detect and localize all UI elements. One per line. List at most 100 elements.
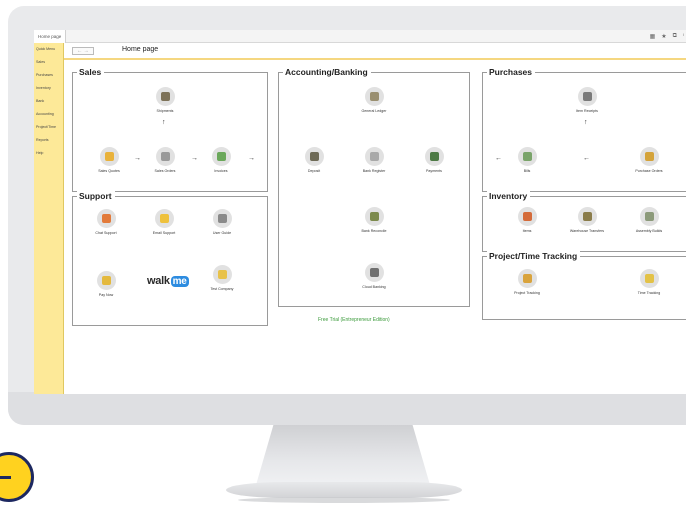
copy-icon[interactable]: ⧉: [673, 33, 677, 40]
arrow-right: →: [134, 155, 141, 162]
free-trial-link[interactable]: Free Trial (Entrepreneur Edition): [318, 317, 390, 323]
walkme-logo[interactable]: walk me: [147, 275, 189, 287]
sidebar-item-bank[interactable]: Bank: [36, 99, 44, 103]
bank-reconcile-label: Bank Reconcile: [361, 229, 387, 233]
bills-node[interactable]: Bills: [507, 147, 547, 173]
payments-icon: [424, 147, 444, 166]
purchase-orders-icon: [639, 147, 659, 166]
deposit-label: Deposit: [307, 169, 321, 173]
email-support-node[interactable]: Email Support: [144, 209, 184, 235]
sales-orders-node[interactable]: Sales Orders: [145, 147, 185, 173]
chat-support-node[interactable]: Chat Support: [86, 209, 126, 235]
grid-icon[interactable]: ▦: [650, 33, 656, 40]
items-icon: [517, 207, 537, 226]
bank-register-label: Bank Register: [362, 169, 386, 173]
time-tracking-label: Time Tracking: [637, 291, 661, 295]
sales-orders-label: Sales Orders: [154, 169, 176, 173]
sidebar-item-purchases[interactable]: Purchases: [36, 73, 53, 77]
arrow-up: ↑: [584, 119, 588, 126]
shipments-label: Shipments: [156, 109, 174, 113]
star-icon[interactable]: ★: [661, 33, 666, 40]
time-tracking-node[interactable]: Time Tracking: [629, 269, 669, 295]
item-receipts-node[interactable]: Item Receipts: [567, 87, 607, 113]
general-ledger-label: General Ledger: [361, 109, 387, 113]
cloud-banking-node[interactable]: Cloud Banking: [354, 263, 394, 289]
shipments-node[interactable]: Shipments: [145, 87, 185, 113]
user-guide-icon: [212, 209, 232, 228]
pay-now-node[interactable]: Pay Now: [86, 271, 126, 297]
purchase-orders-node[interactable]: Purchase Orders: [629, 147, 669, 173]
pay-now-label: Pay Now: [98, 293, 114, 297]
items-node[interactable]: Items: [507, 207, 547, 233]
sales-quotes-node[interactable]: Sales Quotes: [89, 147, 129, 173]
bank-register-node[interactable]: Bank Register: [354, 147, 394, 173]
user-guide-node[interactable]: User Guide: [202, 209, 242, 235]
sidebar-item-accounting[interactable]: Accounting: [36, 112, 54, 116]
sales-quotes-icon: [99, 147, 119, 166]
nav-back-forward-button[interactable]: ← →: [72, 47, 94, 55]
project-time-title: Project/Time Tracking: [487, 251, 581, 261]
project-tracking-icon: [517, 269, 537, 288]
time-tracking-icon: [639, 269, 659, 288]
purchases-panel: Purchases Item Receipts ↑ ← Bills ← Purc…: [482, 67, 686, 192]
sidebar-item-inventory[interactable]: Inventory: [36, 86, 51, 90]
sidebar: Quick Menu Sales Purchases Inventory Ban…: [34, 43, 64, 394]
arrow-left: ←: [583, 155, 590, 162]
accounting-title: Accounting/Banking: [283, 67, 371, 77]
deposit-icon: [304, 147, 324, 166]
cloud-banking-label: Cloud Banking: [362, 285, 386, 289]
arrow-up: ↑: [162, 119, 166, 126]
toolbar-icons: ▦ ★ ⧉ ⁱ: [650, 30, 684, 43]
warehouse-transfers-icon: [577, 207, 597, 226]
page-title: Home page: [122, 46, 159, 53]
project-time-panel: Project/Time Tracking Project Tracking T…: [482, 251, 686, 320]
item-receipts-label: Item Receipts: [576, 109, 598, 113]
sales-orders-icon: [155, 147, 175, 166]
bank-reconcile-node[interactable]: Bank Reconcile: [354, 207, 394, 233]
breadcrumb: ← → Home page: [64, 43, 686, 60]
deposit-node[interactable]: Deposit: [294, 147, 334, 173]
accounting-panel: Accounting/Banking General Ledger Deposi…: [278, 67, 470, 307]
email-support-icon: [154, 209, 174, 228]
test-company-node[interactable]: Test Company: [202, 265, 242, 291]
items-label: Items: [522, 229, 532, 233]
bills-label: Bills: [523, 169, 531, 173]
sales-quotes-label: Sales Quotes: [98, 169, 120, 173]
cloud-banking-icon: [364, 263, 384, 282]
support-panel: Support Chat Support Email Support User …: [72, 191, 268, 326]
assembly-builds-node[interactable]: Assembly Builds: [629, 207, 669, 233]
bank-reconcile-icon: [364, 207, 384, 226]
user-guide-label: User Guide: [212, 231, 232, 235]
bank-register-icon: [364, 147, 384, 166]
tab-home-page[interactable]: Home page: [34, 30, 67, 43]
invoices-icon: [211, 147, 231, 166]
test-company-label: Test Company: [210, 287, 234, 291]
info-icon[interactable]: ⁱ: [683, 33, 684, 40]
monitor-chin: [8, 392, 686, 425]
monitor-shadow: [238, 497, 450, 503]
arrow-left: ←: [495, 155, 502, 162]
sidebar-item-help[interactable]: Help: [36, 151, 43, 155]
chat-support-label: Chat Support: [95, 231, 117, 235]
pay-now-icon: [96, 271, 116, 290]
monitor-stand: [256, 425, 430, 485]
purchases-title: Purchases: [487, 67, 535, 77]
general-ledger-node[interactable]: General Ledger: [354, 87, 394, 113]
walkme-walk: walk: [147, 275, 170, 287]
sidebar-item-project-time[interactable]: Project/Time: [36, 125, 56, 129]
payments-node[interactable]: Payments: [414, 147, 454, 173]
sales-panel: Sales Shipments ↑ Sales Quotes → Sales O…: [72, 67, 268, 192]
invoices-label: Invoices: [214, 169, 228, 173]
general-ledger-icon: [364, 87, 384, 106]
warehouse-transfers-node[interactable]: Warehouse Transfers: [567, 207, 607, 233]
project-tracking-node[interactable]: Project Tracking: [507, 269, 547, 295]
chat-support-icon: [96, 209, 116, 228]
monitor-base: [226, 482, 462, 498]
sidebar-item-sales[interactable]: Sales: [36, 60, 45, 64]
walkme-me: me: [170, 276, 189, 287]
sidebar-item-quick-menu[interactable]: Quick Menu: [36, 47, 55, 51]
invoices-node[interactable]: Invoices: [201, 147, 241, 173]
sidebar-item-reports[interactable]: Reports: [36, 138, 49, 142]
item-receipts-icon: [577, 87, 597, 106]
shipments-icon: [155, 87, 175, 106]
